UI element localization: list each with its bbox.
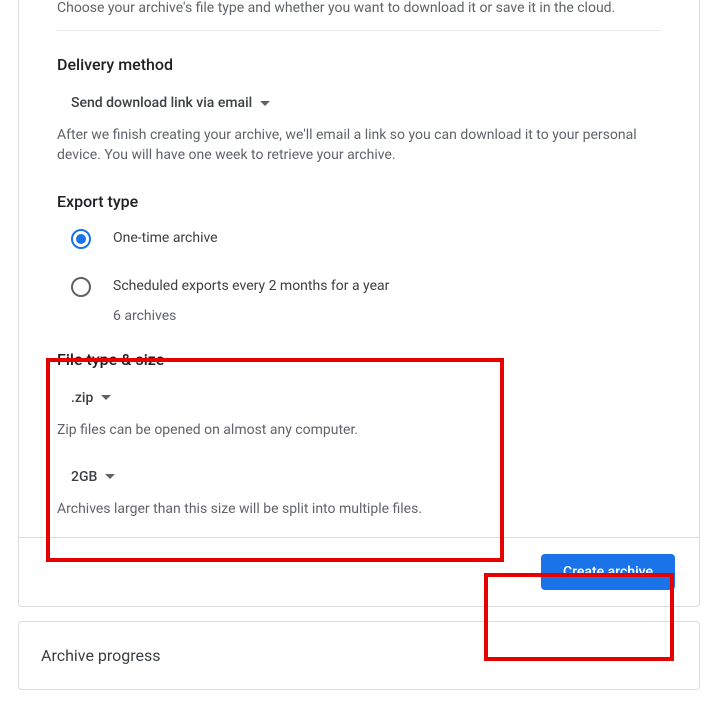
archive-progress-title: Archive progress [41,646,677,665]
chevron-down-icon [105,474,115,479]
chevron-down-icon [101,395,111,400]
create-archive-button[interactable]: Create archive [541,554,675,590]
filesize-help-text: Archives larger than this size will be s… [57,499,661,519]
footer: Create archive [19,537,699,606]
delivery-method-dropdown[interactable]: Send download link via email [71,95,270,111]
filetype-title: File type & size [57,350,661,369]
radio-scheduled-label: Scheduled exports every 2 months for a y… [113,278,389,294]
radio-one-time[interactable]: One-time archive [71,229,661,249]
filesize-selected: 2GB [71,469,97,485]
radio-button-selected-icon [71,229,91,249]
archive-progress-card: Archive progress [18,621,700,690]
radio-scheduled[interactable]: Scheduled exports every 2 months for a y… [71,277,661,324]
chevron-down-icon [260,101,270,106]
radio-scheduled-sub: 6 archives [113,308,389,324]
divider [57,30,661,31]
export-type-title: Export type [57,192,661,211]
filetype-dropdown[interactable]: .zip [71,390,111,406]
filetype-help-text: Zip files can be opened on almost any co… [57,420,661,440]
radio-button-unselected-icon [71,277,91,297]
filetype-selected: .zip [71,390,93,406]
delivery-method-title: Delivery method [57,55,661,74]
intro-text: Choose your archive's file type and whet… [57,0,661,16]
delivery-help-text: After we finish creating your archive, w… [57,125,661,166]
radio-one-time-label: One-time archive [113,230,218,246]
delivery-method-selected: Send download link via email [71,95,252,111]
filesize-dropdown[interactable]: 2GB [71,469,115,485]
